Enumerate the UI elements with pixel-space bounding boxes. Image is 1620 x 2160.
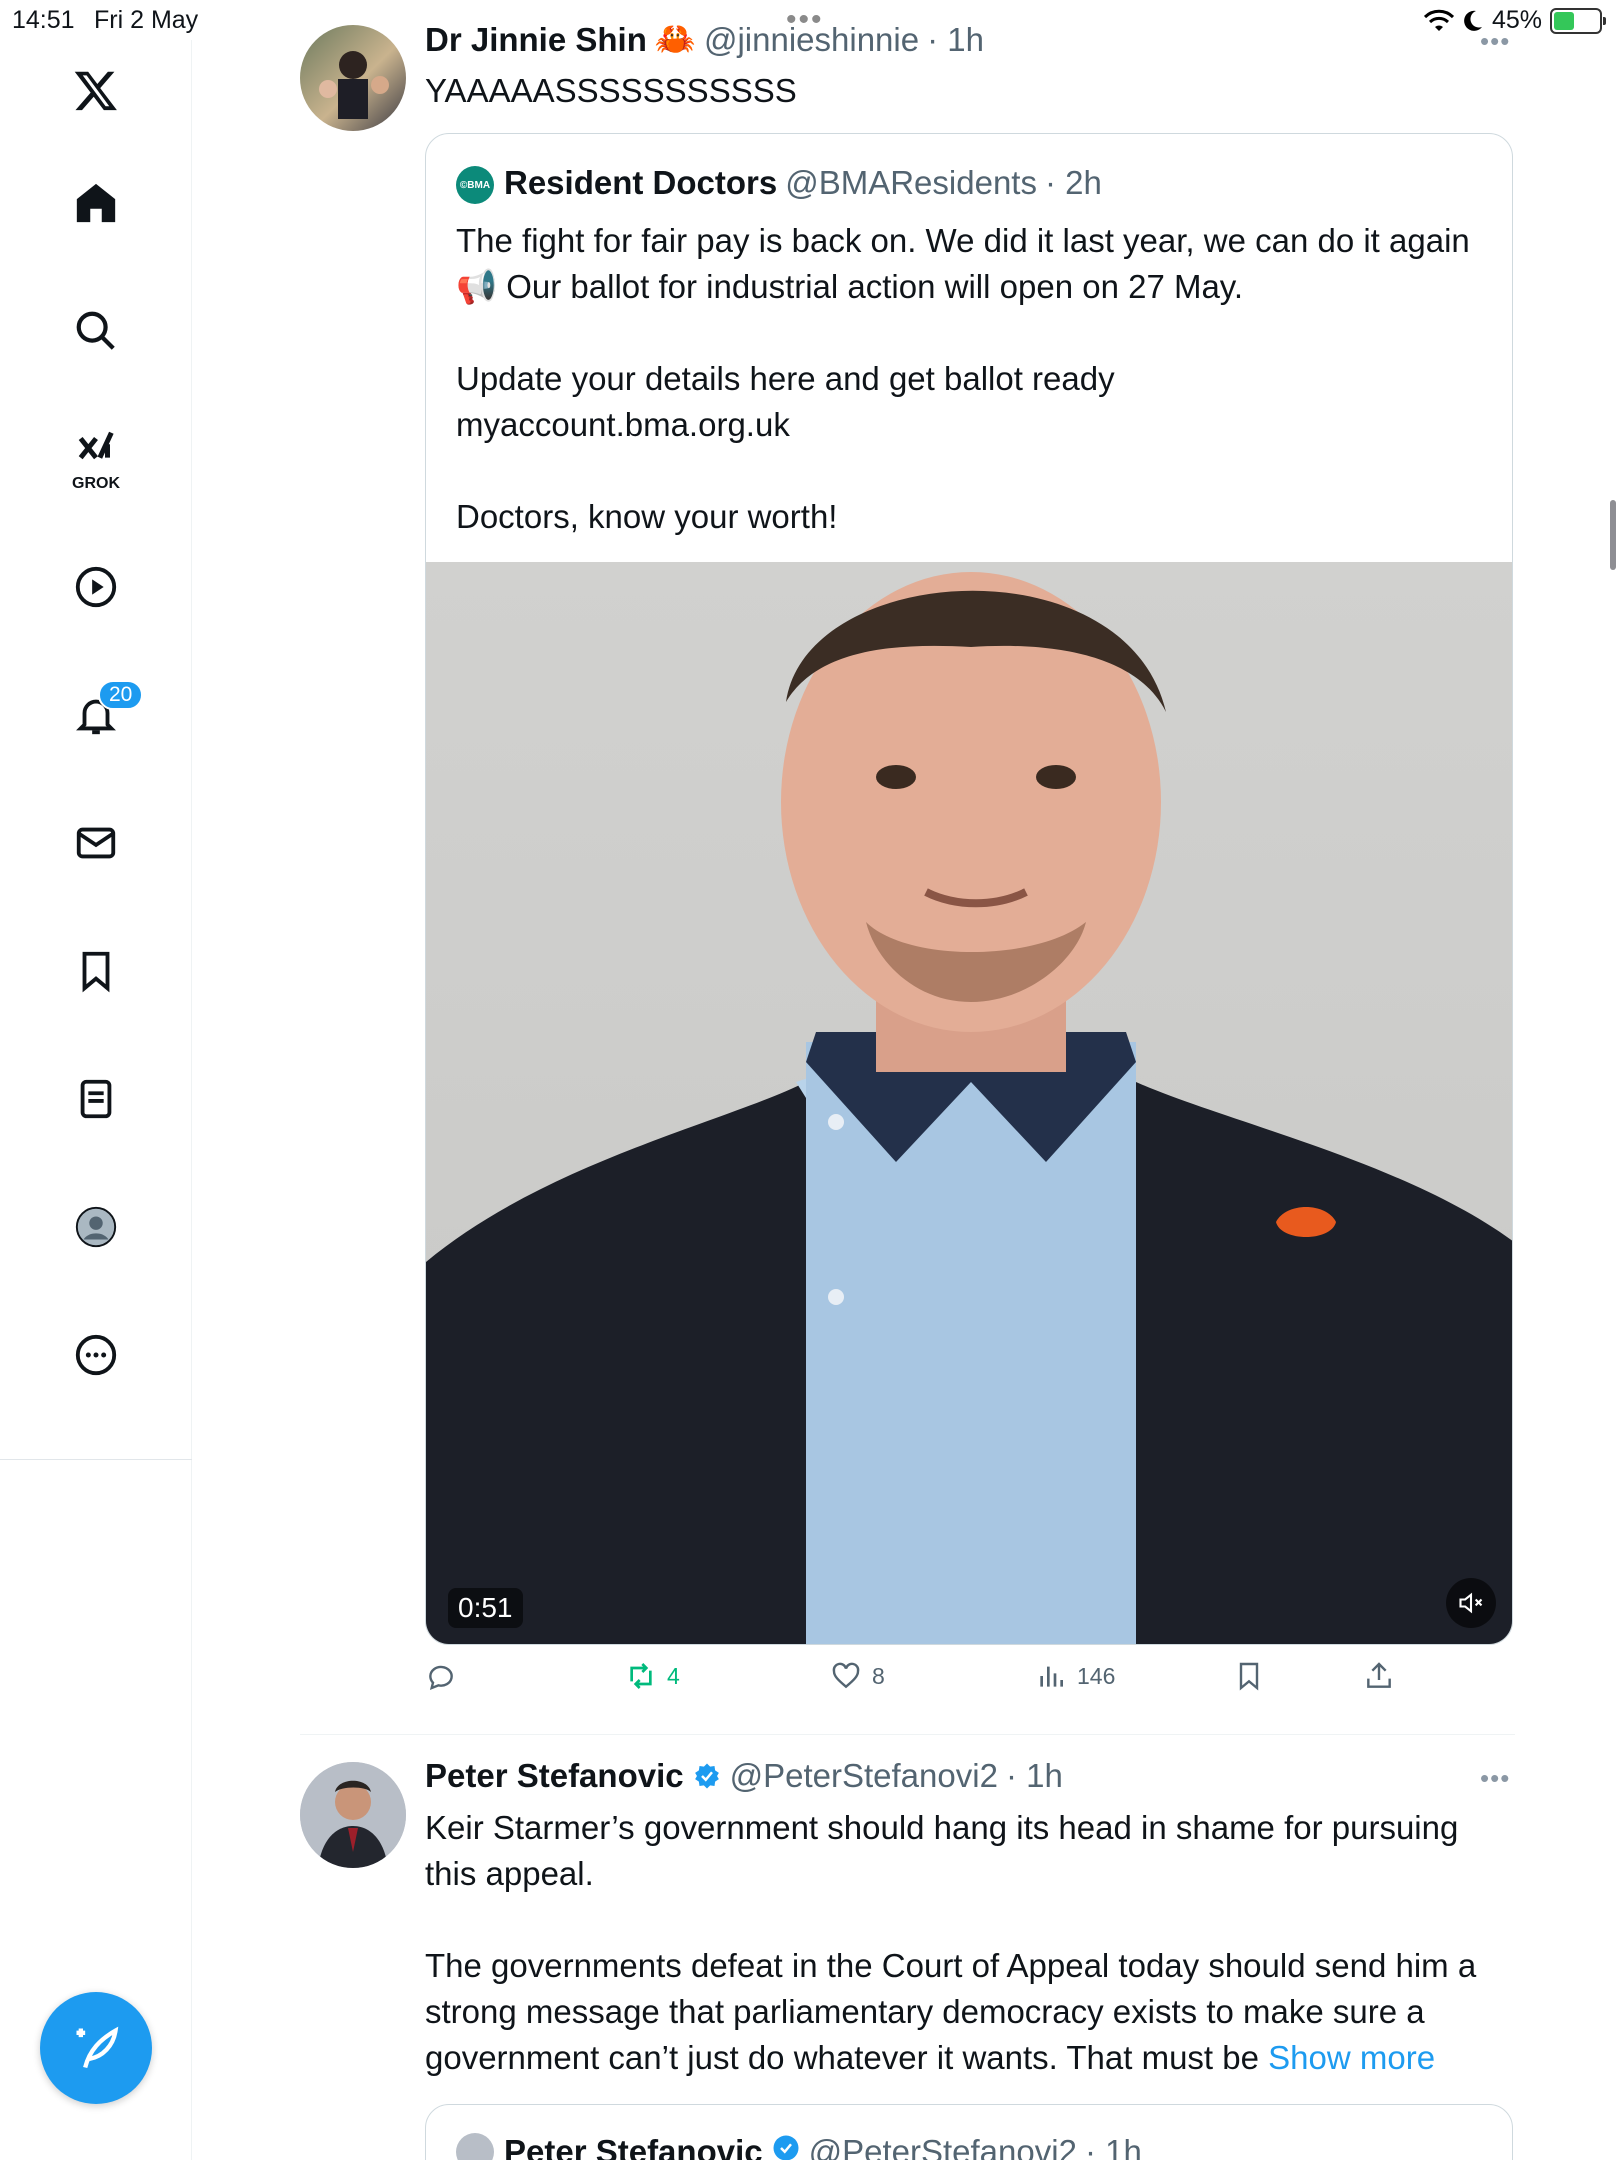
- like-button[interactable]: 8: [830, 1660, 885, 1692]
- avatar-photo: [319, 51, 389, 119]
- author-avatar[interactable]: [300, 1762, 406, 1868]
- tweet-more-options-icon[interactable]: •••: [1480, 26, 1510, 57]
- battery-level: [1554, 11, 1574, 30]
- tweet-more-options-icon[interactable]: •••: [1480, 1763, 1510, 1794]
- quote-time: · 2h: [1044, 164, 1102, 201]
- x-logo-icon[interactable]: [46, 40, 146, 140]
- views-chart-icon: [1040, 1666, 1063, 1687]
- compose-feather-icon: [76, 2026, 119, 2069]
- share-icon: [1367, 1662, 1391, 1688]
- quote-author-name[interactable]: Peter Stefanovic: [504, 2133, 763, 2160]
- reply-icon: [429, 1665, 453, 1690]
- author-handle[interactable]: @jinnieshinnie: [704, 21, 919, 59]
- views-count: 146: [1077, 1662, 1116, 1689]
- author-emoji: 🦀: [654, 20, 696, 57]
- sidebar-divider: [0, 1459, 192, 1460]
- wifi-icon: [1423, 9, 1454, 31]
- quoted-tweet[interactable]: ©BMA Resident Doctors @BMAResidents · 2h…: [425, 133, 1513, 1645]
- like-count: 8: [872, 1662, 885, 1689]
- quote-text: The fight for fair pay is back on. We di…: [456, 222, 1470, 535]
- tweet-header: Dr Jinnie Shin 🦀 @jinnieshinnie · 1h: [425, 20, 984, 59]
- more-options-icon[interactable]: [46, 1305, 146, 1405]
- quote-avatar[interactable]: [456, 2133, 494, 2160]
- show-more-link[interactable]: Show more: [1268, 2039, 1435, 2076]
- mute-button[interactable]: [1446, 1578, 1496, 1628]
- bookmark-button[interactable]: [1233, 1660, 1265, 1692]
- author-name[interactable]: Dr Jinnie Shin: [425, 21, 647, 59]
- home-icon[interactable]: [46, 153, 146, 253]
- search-icon[interactable]: [46, 281, 146, 381]
- tweet-divider: [300, 1734, 1515, 1735]
- views-button[interactable]: 146: [1035, 1660, 1115, 1692]
- quote-author-handle[interactable]: @PeterStefanovi2: [809, 2133, 1077, 2160]
- lists-icon[interactable]: [46, 1049, 146, 1149]
- tweet-text: Keir Starmer’s government should hang it…: [425, 1805, 1515, 2081]
- profile-icon[interactable]: [46, 1177, 146, 1277]
- tweet-text: YAAAAASSSSSSSSSSS: [425, 72, 797, 109]
- muted-speaker-icon: [1459, 1592, 1483, 1614]
- tweet-header: Peter Stefanovic @PeterStefanovi2 · 1h: [425, 1757, 1063, 1795]
- quoted-tweet[interactable]: Peter Stefanovic @PeterStefanovi2 · 1h: [425, 2104, 1513, 2160]
- scrollbar[interactable]: [1610, 500, 1616, 570]
- avatar-photo: [300, 1762, 406, 1868]
- quote-avatar[interactable]: ©BMA: [456, 166, 494, 204]
- video-duration: 0:51: [448, 1588, 523, 1628]
- author-name[interactable]: Peter Stefanovic: [425, 1757, 684, 1795]
- reply-button[interactable]: [425, 1660, 457, 1692]
- notifications-bell-icon[interactable]: 20: [46, 665, 146, 765]
- grok-label: GROK: [72, 475, 120, 492]
- battery-icon: [1550, 7, 1606, 34]
- bookmarks-icon[interactable]: [46, 921, 146, 1021]
- status-date: Fri 2 May: [94, 6, 199, 34]
- verified-badge-icon: [694, 1763, 719, 1789]
- repost-count: 4: [667, 1662, 680, 1689]
- share-button[interactable]: [1363, 1660, 1395, 1692]
- repost-button[interactable]: 4: [625, 1660, 680, 1692]
- author-handle[interactable]: @PeterStefanovi2: [730, 1757, 998, 1795]
- messages-envelope-icon[interactable]: [46, 793, 146, 893]
- repost-icon: [630, 1663, 652, 1689]
- quote-time: · 1h: [1084, 2133, 1142, 2160]
- tweet-time[interactable]: · 1h: [927, 21, 984, 59]
- status-indicators: 45%: [1423, 6, 1606, 35]
- video-frame: [426, 572, 1512, 1644]
- video-player[interactable]: 0:51: [426, 562, 1512, 1644]
- verified-badge-icon: [773, 2135, 799, 2160]
- quote-author-handle[interactable]: @BMAResidents: [785, 164, 1037, 202]
- sidebar: GROK 20: [0, 40, 192, 2160]
- grok-icon[interactable]: GROK: [46, 409, 146, 509]
- author-avatar[interactable]: [300, 25, 406, 131]
- video-play-icon[interactable]: [46, 537, 146, 637]
- compose-post-button[interactable]: [40, 1992, 152, 2104]
- quote-author-name[interactable]: Resident Doctors: [504, 164, 777, 202]
- quote-header: Peter Stefanovic @PeterStefanovi2 · 1h: [504, 2133, 1142, 2160]
- status-time: 14:51: [12, 6, 75, 34]
- tweet-time[interactable]: · 1h: [1006, 1757, 1063, 1795]
- quote-header: Resident Doctors @BMAResidents · 2h: [504, 164, 1102, 202]
- bookmark-icon: [1239, 1662, 1259, 1691]
- heart-icon: [832, 1662, 860, 1689]
- tweet-body: Keir Starmer’s government should hang it…: [425, 1809, 1477, 2076]
- tweet-actions: 4 8 146: [425, 1660, 1425, 1708]
- notifications-badge: 20: [98, 680, 144, 710]
